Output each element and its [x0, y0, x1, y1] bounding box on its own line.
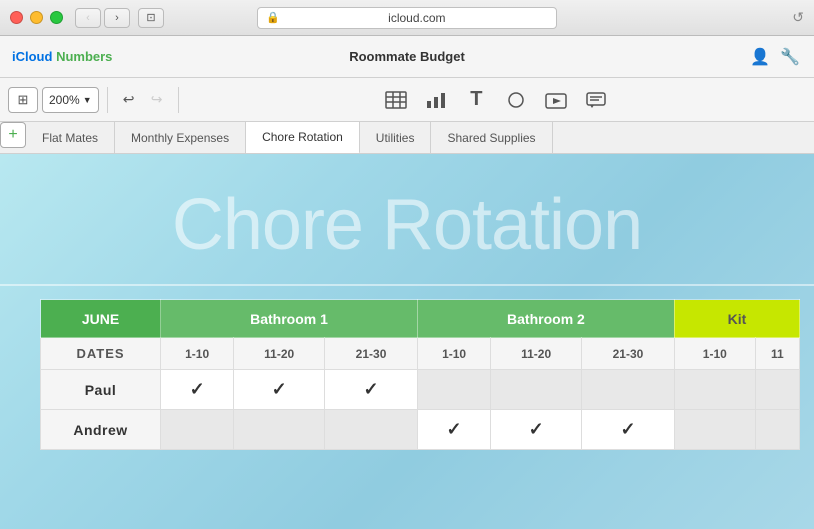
fullscreen-button[interactable]	[50, 11, 63, 24]
lock-icon: 🔒	[266, 11, 280, 24]
andrew-b2-2: ✓	[491, 410, 582, 450]
date-b1-1: 1-10	[161, 338, 234, 370]
zoom-chevron: ▼	[83, 95, 92, 105]
insert-table-button[interactable]	[380, 86, 412, 114]
dates-row: DATES 1-10 11-20 21-30 1-10 11-20 21-30 …	[41, 338, 800, 370]
reload-button[interactable]: ↺	[792, 9, 804, 26]
checkmark-icon: ✓	[529, 419, 544, 439]
forward-button[interactable]: ›	[104, 8, 130, 28]
insert-comment-button[interactable]	[580, 86, 612, 114]
insert-text-button[interactable]: T	[460, 86, 492, 114]
paul-b1-3: ✓	[325, 370, 418, 410]
date-b1-3: 21-30	[325, 338, 418, 370]
url-text: icloud.com	[286, 11, 548, 25]
settings-icon[interactable]: 🔧	[778, 45, 802, 69]
checkmark-icon: ✓	[190, 379, 205, 399]
table-row: Andrew ✓ ✓ ✓	[41, 410, 800, 450]
tab-chore-rotation[interactable]: Chore Rotation	[246, 122, 360, 154]
zoom-control[interactable]: 200% ▼	[42, 87, 99, 113]
sheet-view-button[interactable]: ⊞	[8, 87, 38, 113]
name-andrew: Andrew	[41, 410, 161, 450]
paul-b1-2: ✓	[234, 370, 325, 410]
header-june: JUNE	[41, 300, 161, 338]
andrew-b1-3	[325, 410, 418, 450]
paul-b2-3	[582, 370, 675, 410]
separator-1	[107, 87, 108, 113]
tab-utilities[interactable]: Utilities	[360, 122, 432, 153]
nav-buttons: ‹ ›	[75, 8, 130, 28]
andrew-b2-1: ✓	[417, 410, 490, 450]
checkmark-icon: ✓	[363, 379, 378, 399]
chore-table-container: JUNE Bathroom 1 Bathroom 2 Kit DATES 1-1…	[40, 299, 814, 450]
insert-chart-button[interactable]	[420, 86, 452, 114]
traffic-lights	[10, 11, 63, 24]
numbers-toolbar: ⊞ 200% ▼ ↩ ↪ T	[0, 78, 814, 122]
close-button[interactable]	[10, 11, 23, 24]
toolbar-right: 👤 🔧	[748, 45, 802, 69]
andrew-kit-1	[674, 410, 755, 450]
text-icon: T	[470, 88, 482, 111]
main-content: Chore Rotation JUNE Bathroom 1 Bathroom …	[0, 154, 814, 529]
date-kit-1: 1-10	[674, 338, 755, 370]
dates-label: DATES	[41, 338, 161, 370]
checkmark-icon: ✓	[272, 379, 287, 399]
tab-monthly-expenses[interactable]: Monthly Expenses	[115, 122, 246, 153]
paul-b2-1	[417, 370, 490, 410]
date-b2-3: 21-30	[582, 338, 675, 370]
tab-shared-supplies[interactable]: Shared Supplies	[431, 122, 552, 153]
app-toolbar: iCloud Numbers Roommate Budget 👤 🔧	[0, 36, 814, 78]
undo-button[interactable]: ↩	[116, 87, 142, 113]
table-row: Paul ✓ ✓ ✓	[41, 370, 800, 410]
tab-flat-mates[interactable]: Flat Mates	[26, 122, 115, 153]
checkmark-icon: ✓	[620, 419, 635, 439]
paul-b1-1: ✓	[161, 370, 234, 410]
table-header-row: JUNE Bathroom 1 Bathroom 2 Kit	[41, 300, 800, 338]
separator-2	[178, 87, 179, 113]
header-bathroom2: Bathroom 2	[417, 300, 674, 338]
paul-kit-1	[674, 370, 755, 410]
app-name: iCloud Numbers	[12, 49, 112, 64]
document-title: Roommate Budget	[349, 49, 465, 64]
header-bathroom1: Bathroom 1	[161, 300, 418, 338]
chore-table: JUNE Bathroom 1 Bathroom 2 Kit DATES 1-1…	[40, 299, 800, 450]
minimize-button[interactable]	[30, 11, 43, 24]
date-b1-2: 11-20	[234, 338, 325, 370]
window-mode-button[interactable]: ⊡	[138, 8, 164, 28]
back-button[interactable]: ‹	[75, 8, 101, 28]
url-bar[interactable]: 🔒 icloud.com	[257, 7, 557, 29]
zoom-value: 200%	[49, 93, 80, 107]
sheet-tabs: + Flat Mates Monthly Expenses Chore Rota…	[0, 122, 814, 154]
name-paul: Paul	[41, 370, 161, 410]
andrew-b1-1	[161, 410, 234, 450]
andrew-kit-2	[755, 410, 799, 450]
insert-shape-button[interactable]	[500, 86, 532, 114]
sheet-title: Chore Rotation	[0, 184, 814, 266]
redo-button[interactable]: ↪	[144, 87, 170, 113]
share-icon[interactable]: 👤	[748, 45, 772, 69]
paul-b2-2	[491, 370, 582, 410]
date-b2-2: 11-20	[491, 338, 582, 370]
date-kit-2: 11	[755, 338, 799, 370]
header-kit: Kit	[674, 300, 799, 338]
insert-toolbar: T	[380, 86, 612, 114]
paul-kit-2	[755, 370, 799, 410]
date-b2-1: 1-10	[417, 338, 490, 370]
add-sheet-button[interactable]: +	[0, 122, 26, 148]
divider-line	[0, 284, 814, 286]
andrew-b1-2	[234, 410, 325, 450]
checkmark-icon: ✓	[447, 419, 462, 439]
insert-media-button[interactable]	[540, 86, 572, 114]
title-bar: ‹ › ⊡ 🔒 icloud.com ↺	[0, 0, 814, 36]
andrew-b2-3: ✓	[582, 410, 675, 450]
undo-redo-group: ↩ ↪	[116, 87, 170, 113]
